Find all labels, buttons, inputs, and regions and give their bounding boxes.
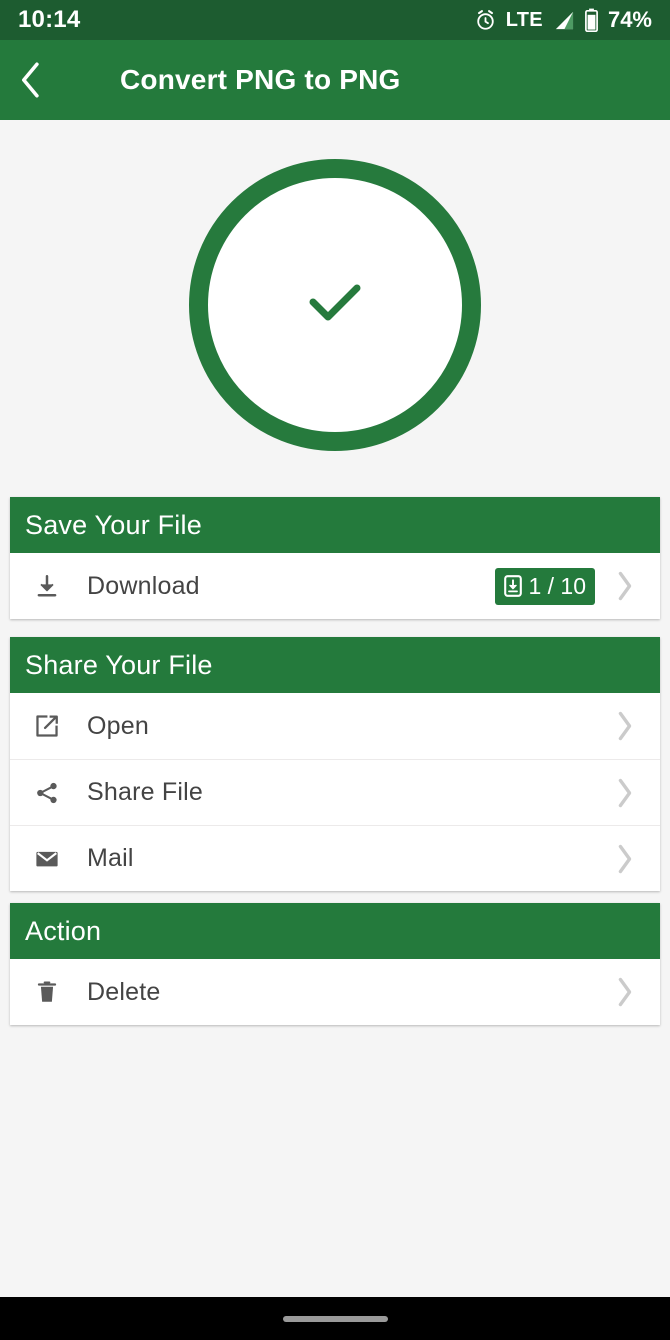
share-file-row-label: Share File [87, 778, 203, 806]
download-icon [32, 573, 62, 599]
download-row-label: Download [87, 571, 200, 600]
checkmark-icon [275, 245, 395, 365]
open-row[interactable]: Open [10, 693, 660, 759]
action-section-header: Action [10, 903, 660, 959]
system-navigation-bar [0, 1297, 670, 1340]
envelope-icon [32, 846, 62, 872]
chevron-right-icon [612, 842, 638, 876]
gesture-pill-handle[interactable] [282, 1315, 388, 1322]
back-button[interactable] [0, 40, 62, 120]
chevron-right-icon [612, 569, 638, 603]
battery-percent-label: 74% [607, 7, 652, 32]
save-section-header: Save Your File [10, 497, 660, 553]
delete-row-label: Delete [87, 977, 161, 1006]
page-title: Convert PNG to PNG [120, 64, 401, 95]
battery-icon [584, 8, 599, 32]
share-section-header: Share Your File [10, 637, 660, 693]
network-type-label: LTE [505, 8, 543, 31]
alarm-clock-icon [474, 9, 497, 32]
share-nodes-icon [32, 780, 62, 806]
action-section-card: Action Delete [10, 903, 660, 1025]
signal-bars-icon [552, 10, 575, 31]
share-section-card: Share Your File Open Share File Mail [10, 637, 660, 891]
external-link-icon [32, 713, 62, 739]
save-to-device-icon [504, 575, 523, 597]
check-circle-icon [189, 159, 481, 451]
mail-row-label: Mail [87, 844, 134, 872]
download-quota-badge[interactable]: 1 / 10 [495, 567, 595, 605]
chevron-right-icon [612, 709, 638, 743]
status-bar-icons: LTE 74% [474, 7, 652, 33]
chevron-right-icon [612, 975, 638, 1009]
save-section-card: Save Your File Download 1 / 10 [10, 497, 660, 619]
download-row[interactable]: Download 1 / 10 [10, 553, 660, 619]
chevron-left-icon [15, 59, 47, 101]
download-quota-label: 1 / 10 [528, 572, 586, 599]
delete-row[interactable]: Delete [10, 959, 660, 1025]
phone-screen: 10:14 LTE 74% Convert PNG to PNG Save Yo… [0, 0, 670, 1340]
trash-icon [32, 979, 62, 1005]
share-file-row[interactable]: Share File [10, 759, 660, 825]
mail-row[interactable]: Mail [10, 825, 660, 891]
chevron-right-icon [612, 776, 638, 810]
open-row-label: Open [87, 711, 149, 740]
status-bar-time: 10:14 [18, 6, 81, 33]
status-bar: 10:14 LTE 74% [0, 0, 670, 40]
app-bar: Convert PNG to PNG [0, 40, 670, 120]
conversion-success-indicator [0, 120, 670, 490]
